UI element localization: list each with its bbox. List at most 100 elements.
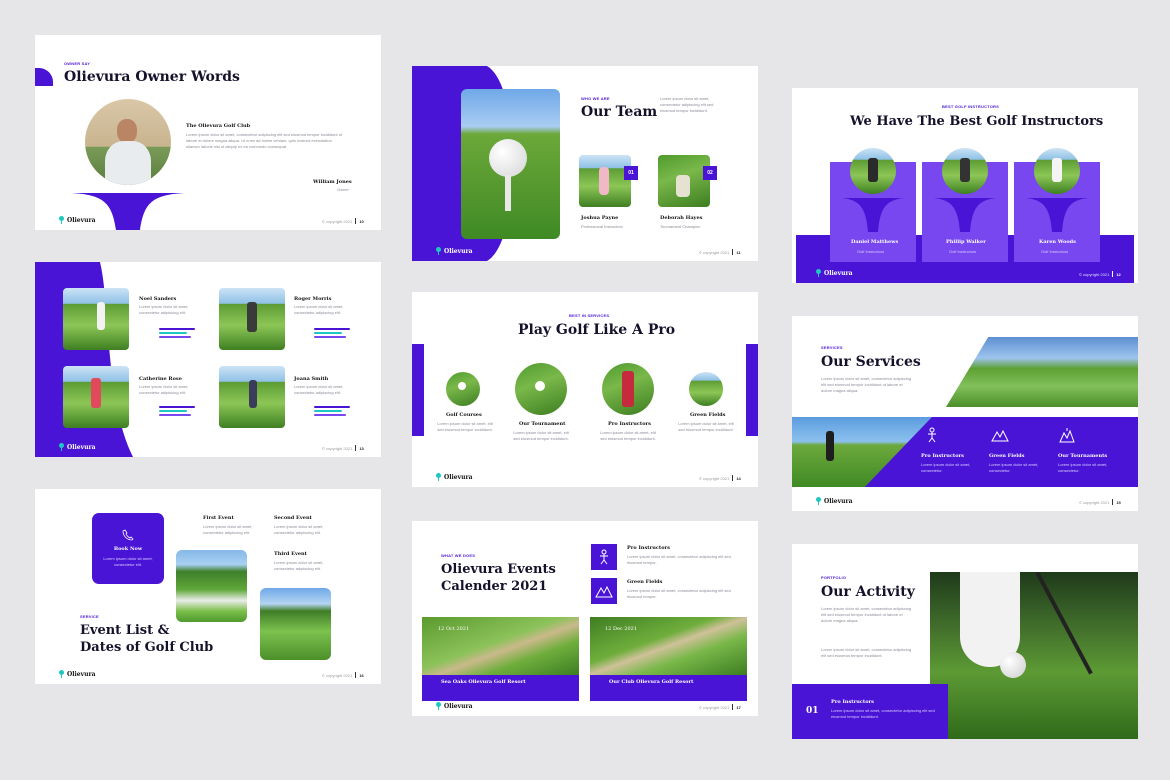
pin-icon <box>436 247 441 255</box>
player-name-1: Noel Sanders <box>139 296 177 302</box>
brand-logo: Olievura <box>436 702 473 710</box>
slide-players: Noel Sanders Lorem ipsum dolor sit amet,… <box>35 262 381 457</box>
feature-icon-box-2 <box>591 578 617 604</box>
book-now-desc: Lorem ipsum dolor sit amet, consectetur … <box>103 556 153 567</box>
owner-role: Owner <box>337 187 349 192</box>
slide-title: Our Activity <box>821 584 915 600</box>
golf-ball-photo <box>461 89 560 239</box>
service-desc-1: Lorem ipsum dolor sit amet, consectetur. <box>921 462 971 473</box>
kicker: BEST IN SERVICES <box>569 313 610 318</box>
pin-icon <box>436 473 441 481</box>
slide-title-line1: Olievura Events <box>441 562 556 577</box>
player-desc-3: Lorem ipsum dolor sit amet, consectetur … <box>139 384 189 395</box>
phone-icon <box>122 529 134 541</box>
event-date-1: 12 Oct 2021 <box>438 626 470 632</box>
pin-icon <box>59 216 64 224</box>
trophy-icon <box>1059 428 1075 443</box>
item-label-2: Our Tournament <box>519 421 566 427</box>
book-now-label: Book Now <box>113 546 143 552</box>
right-accent <box>746 344 758 436</box>
member-photo-2 <box>658 155 710 207</box>
instructor-photo-3 <box>1034 148 1080 194</box>
kicker: PORTFOLIO <box>821 575 847 580</box>
event-photo-2 <box>260 588 331 660</box>
pin-icon <box>59 670 64 678</box>
member-role-1: Professional Instructors <box>581 224 623 229</box>
feature-desc-2: Lorem ipsum dolor sit amet, consectetur … <box>627 588 731 599</box>
feature-label-1: Pro Instructors <box>627 545 670 551</box>
event-date-2: 12 Dec 2021 <box>605 626 638 632</box>
brand-logo: Olievura <box>816 497 853 505</box>
courses-photo <box>446 372 480 406</box>
cup-shape-3 <box>1026 198 1088 232</box>
player-desc-4: Lorem ipsum dolor sit amet, consectetur … <box>294 384 344 395</box>
golfer-icon <box>600 549 608 565</box>
feature-label-2: Green Fields <box>627 579 663 585</box>
player-photo-3 <box>63 366 129 428</box>
instructor-role-3: Golf Instructors <box>1041 249 1069 254</box>
service-label-2: Green Fields <box>989 453 1025 459</box>
instructor-photo-1 <box>850 148 896 194</box>
slide-title: We Have The Best Golf Instructors <box>850 114 1104 129</box>
footer: © copyright 2021 16 <box>322 672 364 678</box>
pin-icon <box>436 702 441 710</box>
slide-title: Our Services <box>821 354 921 370</box>
left-accent <box>412 344 424 436</box>
footer: © copyright 2021 15 <box>1079 499 1121 505</box>
member-name-1: Joshua Payne <box>581 215 619 221</box>
player-desc-2: Lorem ipsum dolor sit amet, consectetur … <box>294 304 344 315</box>
kicker: WHO WE ARE <box>581 96 610 101</box>
brand-logo: Olievura <box>436 473 473 481</box>
instructor-role-2: Golf Instructors <box>949 249 977 254</box>
instructor-name-2: Phillip Walker <box>946 239 986 245</box>
brand-logo: Olievura <box>816 269 853 277</box>
instructor-name-3: Karen Woods <box>1039 239 1076 245</box>
feature-icon-box-1 <box>591 544 617 570</box>
player-desc-1: Lorem ipsum dolor sit amet, consectetur … <box>139 304 189 315</box>
item-desc-2: Lorem ipsum dolor sit amet, elit sed eiu… <box>513 430 569 441</box>
slide-play-golf: BEST IN SERVICES Play Golf Like A Pro Go… <box>412 292 758 487</box>
instructor-role-1: Golf Instructors <box>857 249 885 254</box>
pin-icon <box>816 269 821 277</box>
cup-shape-1 <box>842 198 904 232</box>
service-desc-2: Lorem ipsum dolor sit amet, consectetur. <box>989 462 1039 473</box>
footer: © copyright 2021 17 <box>699 704 741 710</box>
brand-logo: Olievura <box>436 247 473 255</box>
brand-logo: Olievura <box>59 443 96 451</box>
pin-icon <box>59 443 64 451</box>
footer: © copyright 2021 11 <box>699 249 741 255</box>
member-num-1: 01 <box>624 166 638 180</box>
slide-title: Play Golf Like A Pro <box>518 322 676 338</box>
player-bars-2 <box>314 326 350 338</box>
member-role-2: Tournament Champion <box>660 224 701 229</box>
footer: © copyright 2021 12 <box>1079 271 1121 277</box>
book-now-card[interactable]: Book Now Lorem ipsum dolor sit amet, con… <box>92 513 164 584</box>
player-name-2: Roger Morris <box>294 296 332 302</box>
event-label-1: First Event <box>203 515 234 521</box>
activity-text-1: Lorem ipsum dolor sit amet, consectetur … <box>821 606 912 623</box>
cup-shape <box>72 193 184 230</box>
player-photo-1 <box>63 288 129 350</box>
activity-num: 01 <box>806 706 819 716</box>
activity-feature-desc: Lorem ipsum dolor sit amet, consectetur … <box>831 708 935 719</box>
owner-text: Lorem ipsum dolor sit amet, consectetur … <box>186 132 343 149</box>
slide-title-line2: Calender 2021 <box>441 579 548 594</box>
player-name-3: Catherine Rose <box>139 376 182 382</box>
event-desc-3: Lorem ipsum dolor sit amet, consectetur … <box>274 560 324 571</box>
kicker: WHAT WE DOES <box>441 553 476 558</box>
mountains-icon <box>991 429 1009 442</box>
event-photo-1 <box>176 550 247 622</box>
owner-name: William Jones <box>313 179 352 185</box>
slide-instructors: BEST GOLF INSTRUCTORS We Have The Best G… <box>792 88 1138 283</box>
activity-text-2: Lorem ipsum dolor sit amet, consectetur … <box>821 647 912 658</box>
kicker: OWNER SAY <box>64 61 91 66</box>
slide-owner-words: OWNER SAY Olievura Owner Words The Oliev… <box>35 35 381 230</box>
fields-photo <box>689 372 723 406</box>
corner-shape <box>35 68 53 86</box>
brand-logo: Olievura <box>59 216 96 224</box>
event-label-3: Third Event <box>274 551 307 557</box>
instructor-photo-2 <box>942 148 988 194</box>
kicker: SERVICES <box>821 345 843 350</box>
footer: © copyright 2021 13 <box>322 445 364 451</box>
instructor-name-1: Daniel Matthews <box>851 239 899 245</box>
